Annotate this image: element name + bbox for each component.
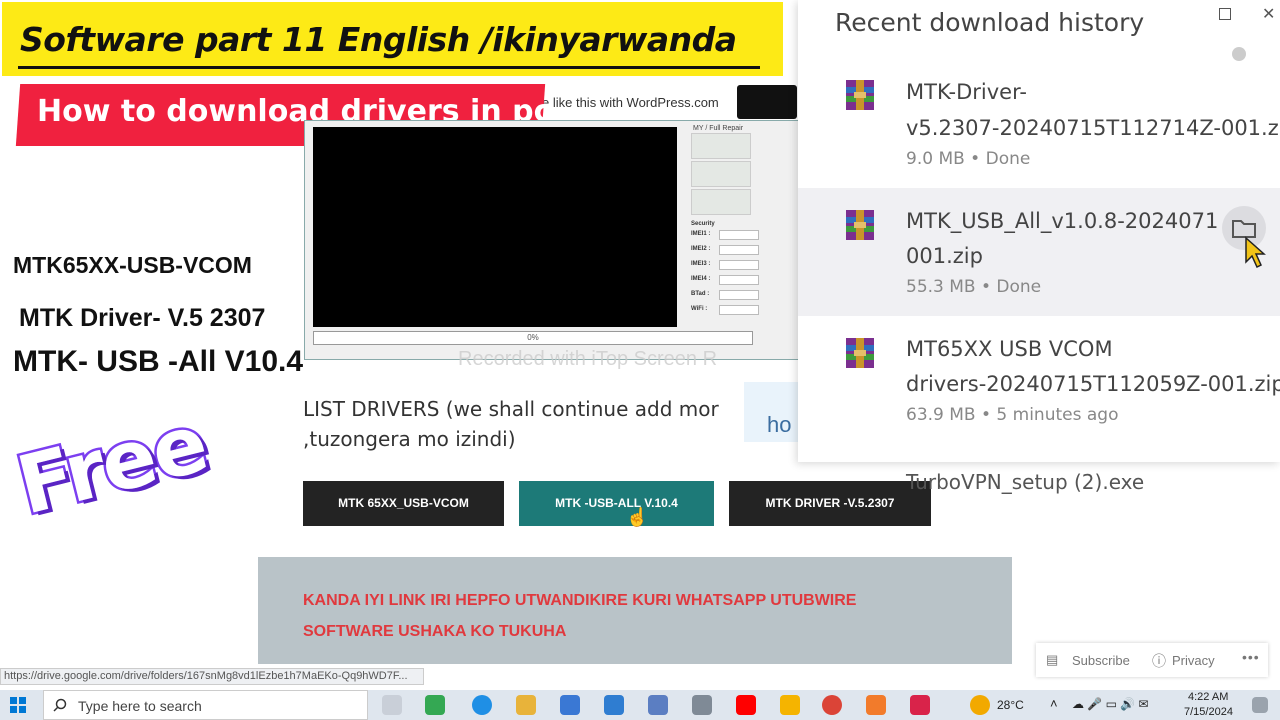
title-underline — [18, 66, 760, 69]
taskbar-search-placeholder: Type here to search — [78, 698, 202, 714]
close-icon[interactable]: ✕ — [1262, 4, 1275, 24]
tool-button-3[interactable] — [691, 189, 751, 215]
downloads-title: Recent download history — [835, 8, 1145, 37]
list-drivers-line1: LIST DRIVERS (we shall continue add mor — [303, 397, 719, 421]
edge-browser-icon[interactable] — [472, 695, 492, 715]
task-view-icon[interactable] — [382, 695, 402, 715]
download-name-line2: v5.2307-20240715T112714Z-001.zip — [906, 116, 1280, 140]
subscribe-link[interactable]: Subscribe — [1072, 653, 1130, 668]
label-driver: MTK Driver- V.5 2307 — [19, 304, 266, 332]
label-vcom: MTK65XX-USB-VCOM — [13, 252, 252, 278]
tool-security-label: Security — [691, 221, 715, 227]
list-drivers-line2: ,tuzongera mo izindi) — [303, 427, 516, 451]
tool-progress-bar: 0% — [313, 331, 753, 345]
tool-field[interactable] — [719, 260, 759, 270]
tool-row-label: IMEI3 : — [691, 261, 711, 267]
recorder-icon[interactable] — [910, 695, 930, 715]
tool-row-label: IMEI1 : — [691, 231, 711, 237]
mail-icon[interactable] — [604, 695, 624, 715]
repair-tool-window: MY / Full Repair Security IMEI1 : IMEI2 … — [304, 120, 799, 360]
winrar-archive-icon — [846, 338, 874, 368]
label-usb-all: MTK- USB -All V10.4 — [13, 345, 304, 378]
drive-app-icon[interactable] — [780, 695, 800, 715]
clock-date[interactable]: 7/15/2024 — [1184, 706, 1233, 718]
youtube-icon[interactable] — [736, 695, 756, 715]
weather-temp[interactable]: 28°C — [997, 698, 1024, 712]
download-name-line2: drivers-20240715T112059Z-001.zip — [906, 372, 1280, 396]
privacy-link[interactable]: Privacy — [1172, 653, 1215, 668]
notice-line1: KANDA IYI LINK IRI HEPFO UTWANDIKIRE KUR… — [303, 592, 857, 609]
subscribe-icon: ▤ — [1046, 652, 1059, 667]
tool-button-1[interactable] — [691, 133, 751, 159]
info-icon: ⓘ — [1152, 653, 1166, 669]
search-icon — [53, 698, 67, 712]
tool-field[interactable] — [719, 275, 759, 285]
windows-start-icon[interactable] — [10, 697, 26, 713]
notifications-icon[interactable] — [1252, 697, 1268, 713]
tool-row-label: BTad : — [691, 291, 710, 297]
winrar-archive-icon — [846, 210, 874, 240]
tray-icons[interactable]: ☁ 🎤 ▭ 🔊 ✉ — [1072, 697, 1149, 711]
tray-chevron-icon[interactable]: ˄ — [1050, 696, 1058, 711]
app-icon[interactable] — [866, 695, 886, 715]
tool-screen — [313, 127, 677, 327]
more-icon[interactable]: ••• — [1242, 649, 1260, 665]
tool-row-label: IMEI2 : — [691, 246, 711, 252]
vcom-download-button[interactable]: MTK 65XX_USB-VCOM — [303, 481, 504, 526]
scroll-dot — [1232, 47, 1246, 61]
wordpress-note: e like this with WordPress.com — [542, 95, 719, 110]
tool-row-label: WiFi : — [691, 306, 708, 312]
download-name-line2: 001.zip — [906, 244, 983, 268]
file-explorer-icon[interactable] — [516, 695, 536, 715]
notice-line2: SOFTWARE USHAKA KO TUKUHA — [303, 623, 567, 640]
tool-row-label: IMEI4 : — [691, 276, 711, 282]
winrar-archive-icon — [846, 80, 874, 110]
tool-panel-title: MY / Full Repair — [693, 125, 744, 132]
recorder-watermark: Recorded with iTop Screen R — [458, 348, 718, 370]
video-title: Software part 11 English /ikinyarwanda — [20, 20, 737, 59]
camera-icon[interactable] — [692, 695, 712, 715]
tool-field[interactable] — [719, 290, 759, 300]
mouse-cursor-icon — [1245, 236, 1266, 269]
cut-text: ho — [767, 412, 792, 437]
usb-all-download-button[interactable]: MTK -USB-ALL V.10.4 — [519, 481, 714, 526]
network-icon[interactable] — [648, 695, 668, 715]
google-drive-icon[interactable] — [425, 695, 445, 715]
restore-icon[interactable] — [1219, 8, 1231, 20]
store-icon[interactable] — [560, 695, 580, 715]
tool-field[interactable] — [719, 245, 759, 255]
wordpress-button[interactable] — [737, 85, 797, 119]
status-bar-url: https://drive.google.com/drive/folders/1… — [0, 668, 424, 685]
list-drivers-text: LIST DRIVERS (we shall continue add mor … — [303, 394, 719, 454]
download-meta: 63.9 MB • 5 minutes ago — [906, 405, 1119, 425]
download-meta: 55.3 MB • Done — [906, 277, 1042, 297]
subscribe-card: ▤ Subscribe ⓘ Privacy ••• — [1036, 643, 1268, 677]
free-sticker: Free — [6, 394, 217, 535]
tool-field[interactable] — [719, 230, 759, 240]
chrome-icon[interactable] — [822, 695, 842, 715]
notice-text: KANDA IYI LINK IRI HEPFO UTWANDIKIRE KUR… — [303, 585, 856, 647]
download-name-line1: MTK_USB_All_v1.0.8-2024071 — [906, 209, 1219, 233]
download-meta: 9.0 MB • Done — [906, 149, 1031, 169]
download-name-line1: MT65XX USB VCOM — [906, 337, 1113, 361]
tool-button-2[interactable] — [691, 161, 751, 187]
download-item-partial[interactable]: TurboVPN_setup (2).exe — [906, 470, 1144, 494]
hand-cursor-icon: ☝ — [626, 507, 649, 527]
weather-icon[interactable] — [970, 695, 990, 715]
download-name-line1: MTK-Driver- — [906, 80, 1027, 104]
driver-download-button[interactable]: MTK DRIVER -V.5.2307 — [729, 481, 931, 526]
clock-time[interactable]: 4:22 AM — [1188, 691, 1228, 703]
tool-field[interactable] — [719, 305, 759, 315]
